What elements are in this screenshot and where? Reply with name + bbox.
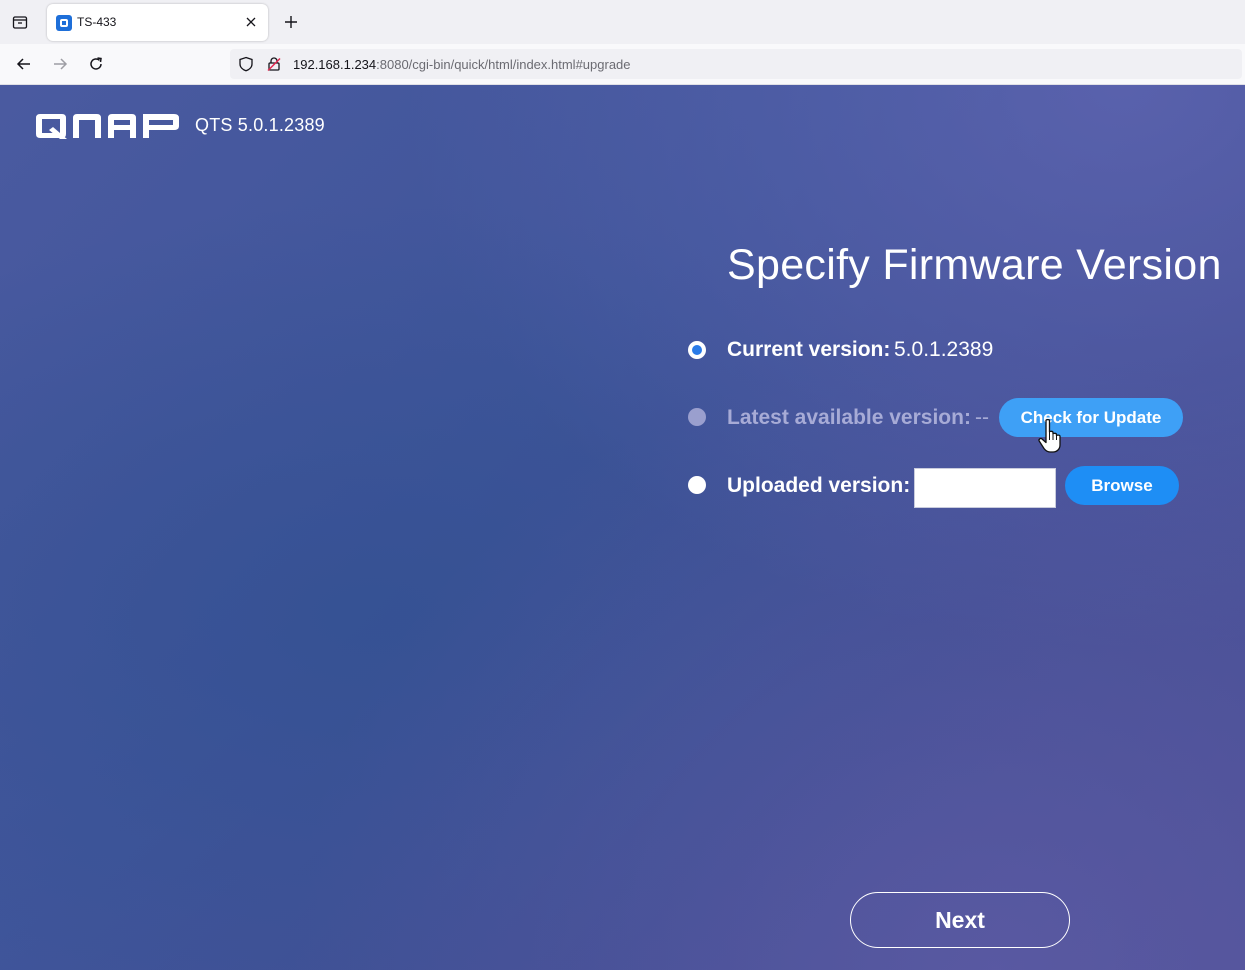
current-version-radio[interactable]	[688, 341, 706, 359]
qts-version: QTS 5.0.1.2389	[195, 115, 325, 135]
current-version-value: 5.0.1.2389	[894, 338, 994, 361]
tab-strip: TS-433	[0, 0, 1245, 44]
qnap-logo	[36, 114, 179, 139]
browse-button[interactable]: Browse	[1065, 466, 1179, 505]
current-version-label: Current version:	[727, 338, 891, 361]
forward-arrow-icon[interactable]	[48, 52, 72, 76]
check-for-update-button[interactable]: Check for Update	[999, 398, 1183, 437]
url-path: :8080/cgi-bin/quick/html/index.html#upgr…	[376, 57, 631, 72]
navigation-bar: 192.168.1.234:8080/cgi-bin/quick/html/in…	[0, 44, 1245, 85]
browser-tab[interactable]: TS-433	[47, 4, 268, 41]
firmware-page: QTS 5.0.1.2389 Specify Firmware Version …	[0, 85, 1245, 970]
shield-icon[interactable]	[238, 56, 254, 77]
qnap-favicon-icon	[56, 15, 72, 31]
next-button[interactable]: Next	[850, 892, 1070, 948]
page-title: Specify Firmware Version	[727, 241, 1222, 289]
url-text: 192.168.1.234:8080/cgi-bin/quick/html/in…	[293, 57, 631, 72]
reload-icon[interactable]	[84, 52, 108, 76]
url-host: 192.168.1.234	[293, 57, 377, 72]
latest-version-value: --	[975, 406, 989, 429]
address-bar[interactable]: 192.168.1.234:8080/cgi-bin/quick/html/in…	[230, 49, 1242, 79]
tab-title: TS-433	[77, 15, 117, 29]
latest-version-radio[interactable]	[688, 408, 706, 426]
insecure-lock-icon[interactable]	[266, 56, 282, 77]
tab-list-icon[interactable]	[8, 10, 32, 34]
uploaded-version-radio[interactable]	[688, 476, 706, 494]
close-tab-icon[interactable]	[242, 13, 260, 31]
uploaded-file-input[interactable]	[914, 468, 1056, 508]
latest-version-label: Latest available version:	[727, 406, 971, 429]
back-arrow-icon[interactable]	[12, 52, 36, 76]
new-tab-icon[interactable]	[279, 10, 303, 34]
hand-pointer-icon	[1038, 418, 1061, 453]
uploaded-version-label: Uploaded version:	[727, 474, 911, 497]
